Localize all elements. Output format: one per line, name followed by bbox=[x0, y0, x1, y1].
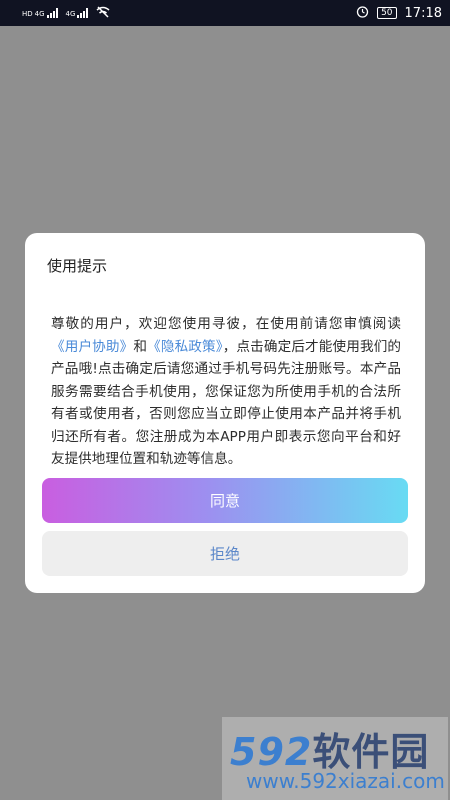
status-bar: HD 4G 4G 50 17:18 bbox=[0, 0, 450, 26]
sim2-signal: 4G bbox=[66, 8, 89, 18]
body-text-part1: 尊敬的用户，欢迎您使用寻彼，在使用前请您审慎阅读 bbox=[51, 316, 401, 332]
battery-icon: 50 bbox=[377, 7, 397, 19]
user-help-link[interactable]: 《用户协助》 bbox=[51, 339, 133, 355]
body-text-part3: ，点击确定后才能使用我们的产品哦!点击确定后请您通过手机号码先注册账号。本产品服… bbox=[51, 338, 402, 468]
network-type-label: 4G bbox=[34, 10, 45, 18]
alarm-icon bbox=[356, 5, 369, 21]
clock: 17:18 bbox=[404, 5, 442, 21]
status-left: HD 4G 4G bbox=[22, 5, 110, 21]
reject-button[interactable]: 拒绝 bbox=[42, 531, 408, 576]
wifi-off-icon bbox=[96, 5, 110, 21]
sim1-signal: HD 4G bbox=[22, 8, 58, 18]
watermark: 592软件园 www.592xiazai.com bbox=[222, 717, 448, 800]
watermark-logo-number: 592 bbox=[230, 730, 313, 774]
agree-button[interactable]: 同意 bbox=[42, 478, 408, 523]
watermark-url: www.592xiazai.com bbox=[246, 769, 445, 793]
dialog-title: 使用提示 bbox=[47, 257, 108, 275]
signal-icon bbox=[46, 8, 58, 18]
privacy-policy-link[interactable]: 《隐私政策》 bbox=[147, 339, 223, 355]
network-type-label: 4G bbox=[65, 10, 76, 18]
usage-notice-dialog: 使用提示 尊敬的用户，欢迎您使用寻彼，在使用前请您审慎阅读《用户协助》和《隐私政… bbox=[25, 233, 425, 593]
hd-icon: HD bbox=[22, 10, 33, 18]
body-text-part2: 和 bbox=[133, 338, 148, 355]
watermark-logo-text: 软件园 bbox=[312, 730, 430, 774]
signal-icon bbox=[77, 8, 89, 18]
dialog-body: 尊敬的用户，欢迎您使用寻彼，在使用前请您审慎阅读《用户协助》和《隐私政策》，点击… bbox=[51, 313, 401, 471]
watermark-logo: 592软件园 bbox=[230, 721, 429, 776]
status-right: 50 17:18 bbox=[356, 5, 442, 21]
